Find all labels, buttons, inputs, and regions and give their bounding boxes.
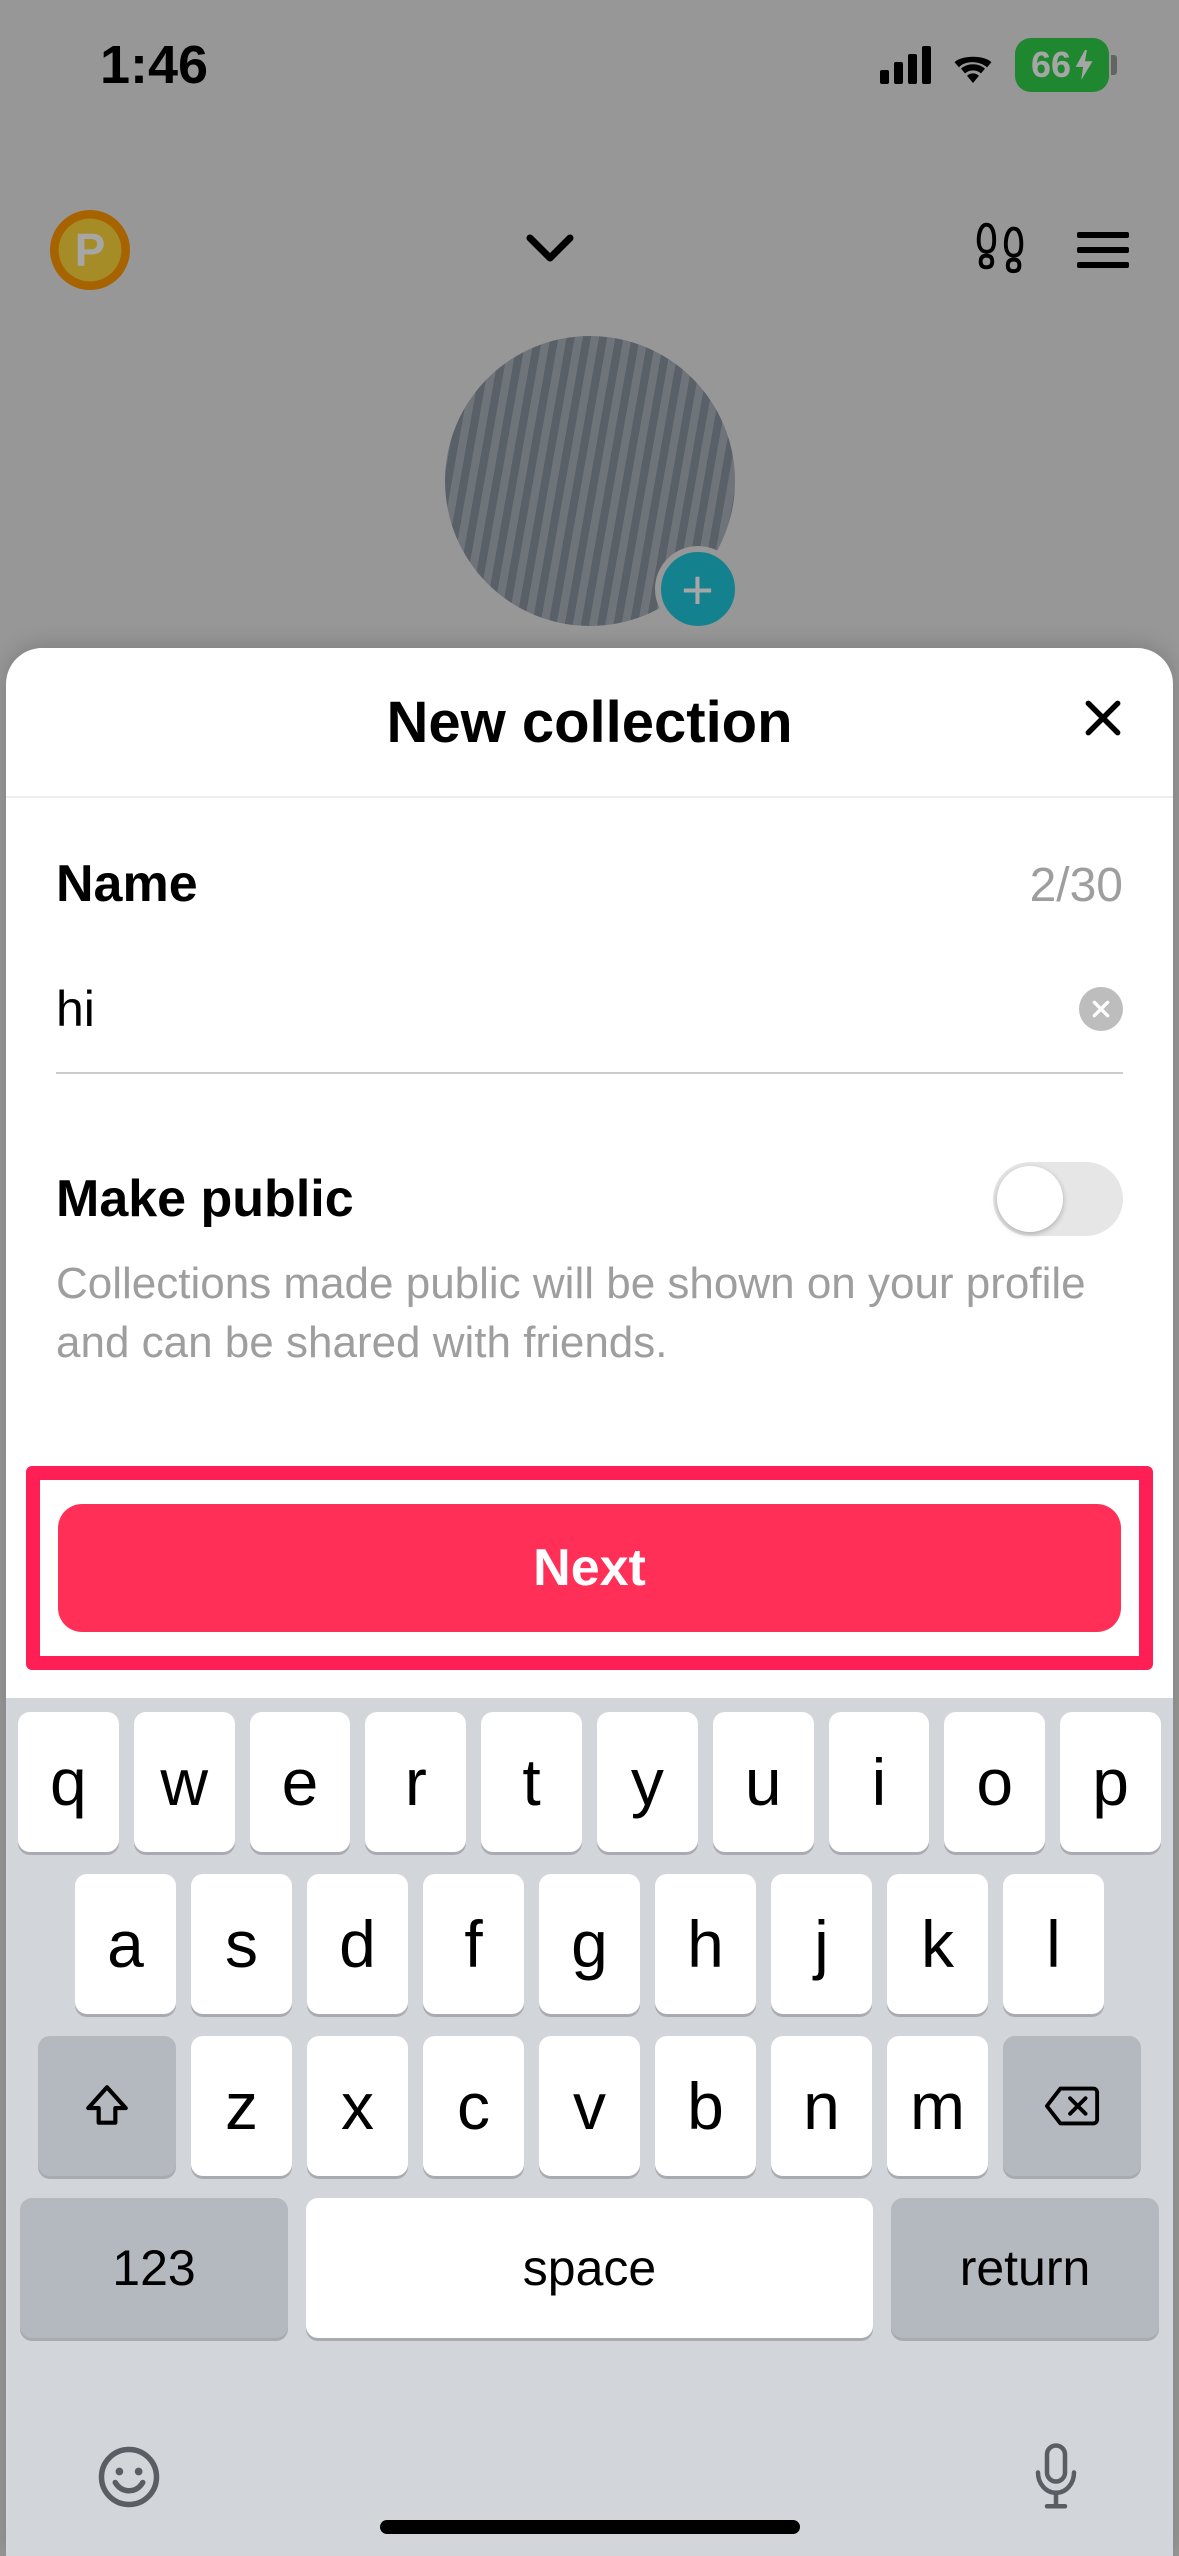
keyboard: qwertyuiop asdfghjkl zxcvbnm 123 space r… — [6, 1698, 1173, 2556]
shift-key[interactable] — [38, 2036, 176, 2176]
space-key[interactable]: space — [306, 2198, 873, 2338]
close-icon[interactable] — [1081, 691, 1125, 753]
key-s[interactable]: s — [191, 1874, 292, 2014]
key-z[interactable]: z — [191, 2036, 292, 2176]
make-public-toggle[interactable] — [993, 1162, 1123, 1236]
key-k[interactable]: k — [887, 1874, 988, 2014]
make-public-description: Collections made public will be shown on… — [56, 1254, 1123, 1373]
key-y[interactable]: y — [597, 1712, 698, 1852]
key-h[interactable]: h — [655, 1874, 756, 2014]
key-v[interactable]: v — [539, 2036, 640, 2176]
key-b[interactable]: b — [655, 2036, 756, 2176]
key-d[interactable]: d — [307, 1874, 408, 2014]
key-o[interactable]: o — [944, 1712, 1045, 1852]
key-q[interactable]: q — [18, 1712, 119, 1852]
key-e[interactable]: e — [250, 1712, 351, 1852]
key-u[interactable]: u — [713, 1712, 814, 1852]
key-w[interactable]: w — [134, 1712, 235, 1852]
key-j[interactable]: j — [771, 1874, 872, 2014]
backspace-key[interactable] — [1003, 2036, 1141, 2176]
home-indicator[interactable] — [380, 2520, 800, 2534]
mic-icon[interactable] — [1029, 2441, 1083, 2528]
sheet-header: New collection — [6, 648, 1173, 798]
key-c[interactable]: c — [423, 2036, 524, 2176]
key-i[interactable]: i — [829, 1712, 930, 1852]
key-t[interactable]: t — [481, 1712, 582, 1852]
char-counter: 2/30 — [1030, 858, 1123, 913]
key-n[interactable]: n — [771, 2036, 872, 2176]
key-r[interactable]: r — [365, 1712, 466, 1852]
new-collection-sheet: New collection Name 2/30 Make public Col… — [6, 648, 1173, 2556]
key-m[interactable]: m — [887, 2036, 988, 2176]
numbers-key[interactable]: 123 — [20, 2198, 288, 2338]
key-l[interactable]: l — [1003, 1874, 1104, 2014]
name-label: Name — [56, 854, 198, 914]
return-key[interactable]: return — [891, 2198, 1159, 2338]
key-g[interactable]: g — [539, 1874, 640, 2014]
key-f[interactable]: f — [423, 1874, 524, 2014]
collection-name-input[interactable] — [56, 980, 1079, 1038]
sheet-title: New collection — [386, 689, 792, 756]
make-public-label: Make public — [56, 1169, 354, 1229]
key-x[interactable]: x — [307, 2036, 408, 2176]
clear-input-icon[interactable] — [1079, 987, 1123, 1031]
emoji-icon[interactable] — [96, 2444, 162, 2526]
key-a[interactable]: a — [75, 1874, 176, 2014]
key-p[interactable]: p — [1060, 1712, 1161, 1852]
next-button[interactable]: Next — [58, 1504, 1121, 1632]
next-button-highlight: Next — [26, 1466, 1153, 1670]
